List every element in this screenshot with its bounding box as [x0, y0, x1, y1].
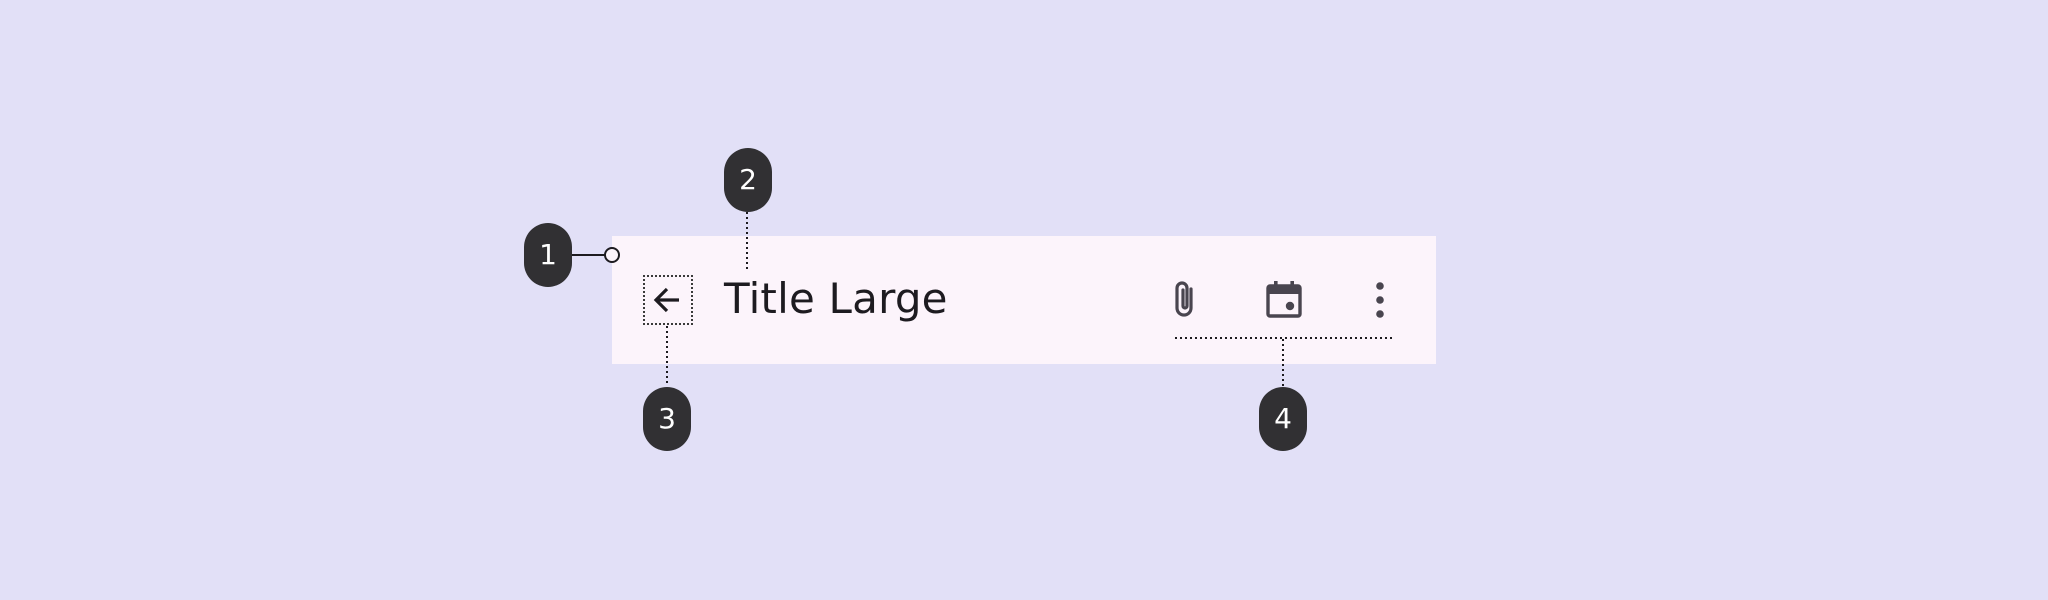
diagram-canvas: Title Large 1 2 3 4 [0, 0, 2048, 600]
more-options-button[interactable] [1356, 276, 1404, 324]
callout-badge-2: 2 [724, 148, 772, 212]
callout-badge-3: 3 [643, 387, 691, 451]
attach-file-icon [1175, 281, 1193, 317]
app-bar-title: Title Large [724, 274, 948, 323]
navigation-icon-button[interactable] [643, 275, 693, 325]
more-vert-icon [1376, 282, 1384, 318]
arrow-back-icon [653, 287, 679, 313]
attach-file-button[interactable] [1162, 276, 1210, 324]
callout-badge-1: 1 [524, 223, 572, 287]
calendar-event-icon [1266, 281, 1302, 318]
calendar-button[interactable] [1260, 276, 1308, 324]
callout-badge-4: 4 [1259, 387, 1307, 451]
